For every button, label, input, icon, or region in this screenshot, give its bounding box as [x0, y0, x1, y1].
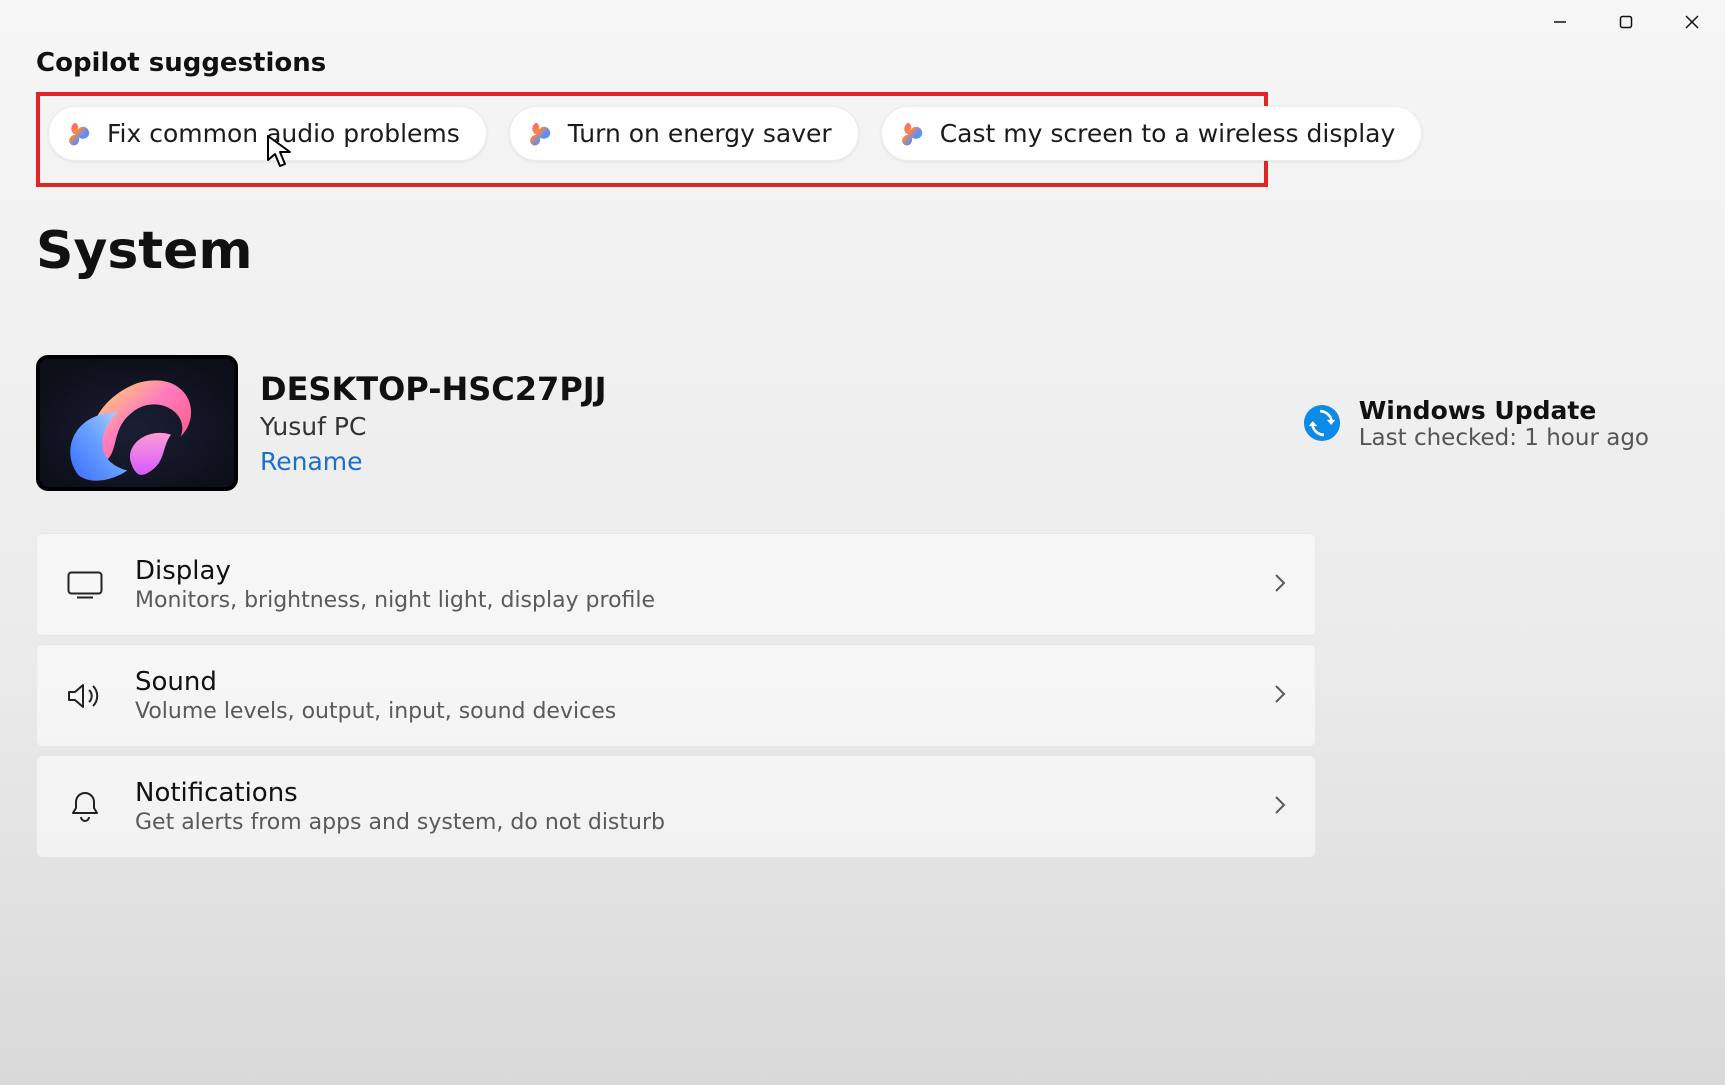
- copilot-pill-label: Fix common audio problems: [107, 119, 460, 148]
- settings-row-display[interactable]: Display Monitors, brightness, night ligh…: [36, 533, 1316, 636]
- row-title: Sound: [135, 667, 616, 697]
- row-subtitle: Monitors, brightness, night light, displ…: [135, 588, 655, 613]
- row-title: Notifications: [135, 778, 665, 808]
- maximize-button[interactable]: [1593, 0, 1659, 44]
- windows-update-title: Windows Update: [1359, 396, 1649, 425]
- chevron-right-icon: [1273, 683, 1287, 709]
- chevron-right-icon: [1273, 572, 1287, 598]
- page-title: System: [36, 221, 1689, 281]
- windows-update-summary[interactable]: Windows Update Last checked: 1 hour ago: [1303, 396, 1689, 451]
- sound-icon: [65, 676, 105, 716]
- row-title: Display: [135, 556, 655, 586]
- row-subtitle: Get alerts from apps and system, do not …: [135, 810, 665, 835]
- device-name: DESKTOP-HSC27PJJ: [260, 370, 607, 408]
- desktop-wallpaper-thumbnail: [36, 355, 238, 491]
- device-subtitle: Yusuf PC: [260, 412, 607, 441]
- close-button[interactable]: [1659, 0, 1725, 44]
- copilot-icon: [65, 120, 93, 148]
- copilot-pill-label: Turn on energy saver: [568, 119, 832, 148]
- copilot-pill-energy[interactable]: Turn on energy saver: [509, 106, 859, 161]
- copilot-pill-cast[interactable]: Cast my screen to a wireless display: [881, 106, 1423, 161]
- windows-update-sub: Last checked: 1 hour ago: [1359, 425, 1649, 451]
- copilot-icon: [526, 120, 554, 148]
- device-summary-row: DESKTOP-HSC27PJJ Yusuf PC Rename Windows…: [36, 355, 1689, 491]
- bell-icon: [65, 787, 105, 827]
- system-settings-list: Display Monitors, brightness, night ligh…: [36, 533, 1689, 858]
- settings-row-sound[interactable]: Sound Volume levels, output, input, soun…: [36, 644, 1316, 747]
- display-icon: [65, 565, 105, 605]
- copilot-pill-label: Cast my screen to a wireless display: [940, 119, 1396, 148]
- settings-row-notifications[interactable]: Notifications Get alerts from apps and s…: [36, 755, 1316, 858]
- window-controls: [1527, 0, 1725, 44]
- copilot-suggestions-header: Copilot suggestions: [36, 48, 1689, 78]
- copilot-icon: [898, 120, 926, 148]
- chevron-right-icon: [1273, 794, 1287, 820]
- copilot-suggestions-highlight: Fix common audio problems Turn on energy…: [36, 92, 1268, 187]
- row-subtitle: Volume levels, output, input, sound devi…: [135, 699, 616, 724]
- minimize-button[interactable]: [1527, 0, 1593, 44]
- copilot-pill-audio[interactable]: Fix common audio problems: [48, 106, 487, 161]
- update-sync-icon: [1303, 404, 1341, 442]
- rename-link[interactable]: Rename: [260, 447, 363, 476]
